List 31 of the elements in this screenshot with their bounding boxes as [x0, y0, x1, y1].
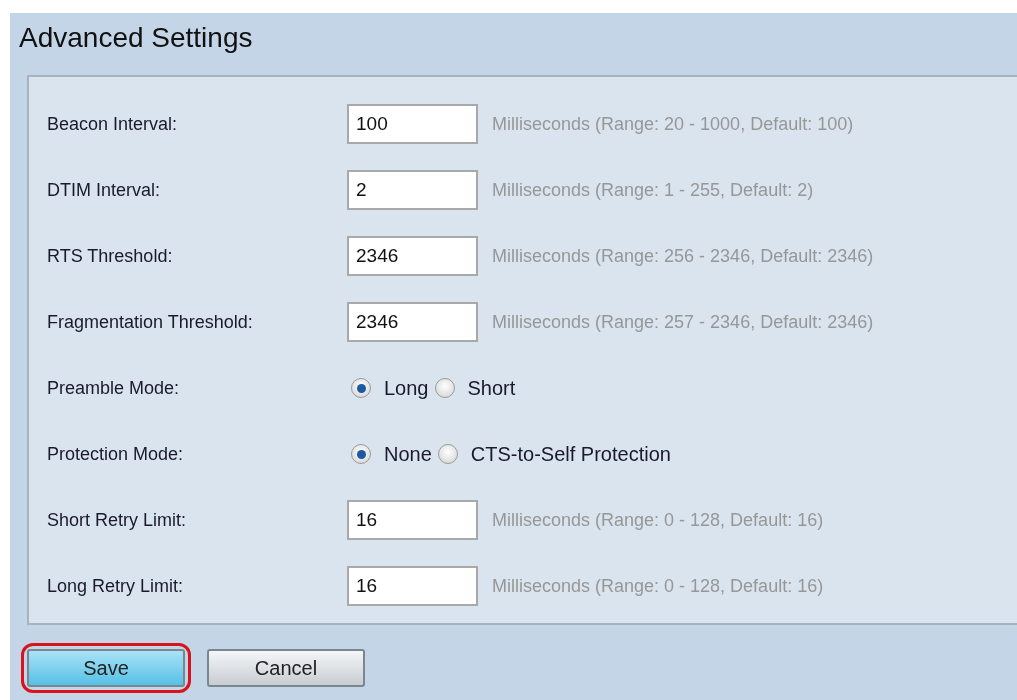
radio-label: None [384, 442, 432, 466]
field-label: Short Retry Limit: [47, 509, 188, 531]
input-field[interactable]: 16 [347, 500, 478, 540]
radio-label: CTS-to-Self Protection [470, 442, 671, 466]
field-label: Beacon Interval: [47, 113, 179, 135]
range-hint: Milliseconds (Range: 0 - 128, Default: 16) [492, 509, 824, 531]
radio-label: Short [467, 376, 516, 400]
input-field[interactable]: 2346 [347, 236, 478, 276]
field-label: Fragmentation Threshold: [47, 311, 254, 333]
range-hint: Milliseconds (Range: 20 - 1000, Default: 100) [492, 113, 854, 135]
field-label: RTS Threshold: [47, 245, 174, 267]
range-hint: Milliseconds (Range: 0 - 128, Default: 16) [492, 575, 824, 597]
input-field[interactable]: 2 [347, 170, 478, 210]
input-field[interactable]: 100 [347, 104, 478, 144]
save-button[interactable]: Save [27, 649, 185, 687]
range-hint: Milliseconds (Range: 1 - 255, Default: 2) [492, 179, 814, 201]
input-field[interactable]: 16 [347, 566, 478, 606]
radio-button[interactable] [351, 444, 371, 464]
radio-button[interactable] [437, 444, 458, 464]
page-title: Advanced Settings [19, 21, 254, 55]
field-label: Protection Mode: [47, 443, 185, 465]
range-hint: Milliseconds (Range: 256 - 2346, Default: 2346) [492, 245, 874, 267]
radio-button[interactable] [351, 378, 371, 398]
field-label: Long Retry Limit: [47, 575, 185, 597]
radio-button[interactable] [434, 378, 455, 398]
radio-label: Long [384, 376, 429, 400]
cancel-button[interactable]: Cancel [207, 649, 365, 687]
field-label: Preamble Mode: [47, 377, 181, 399]
range-hint: Milliseconds (Range: 257 - 2346, Default: 2346) [492, 311, 874, 333]
input-field[interactable]: 2346 [347, 302, 478, 342]
field-label: DTIM Interval: [47, 179, 162, 201]
